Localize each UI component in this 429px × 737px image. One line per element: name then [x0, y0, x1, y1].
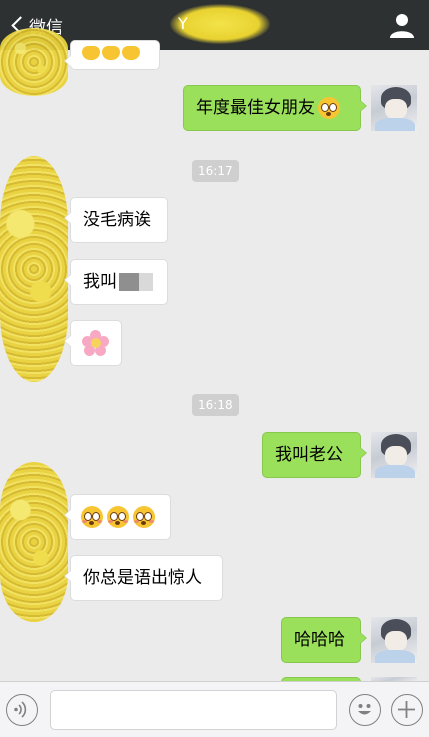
timestamp: 16:17 [192, 160, 239, 182]
redacted-mark [139, 273, 153, 291]
message-bubble[interactable] [64, 40, 160, 70]
message-bubble[interactable]: 哈哈哈 [281, 617, 367, 663]
smirk-emoji [318, 97, 340, 119]
message-bubble[interactable]: 你总是语出惊人 [64, 555, 223, 601]
message-bubble[interactable]: 年度最佳女朋友 [183, 85, 367, 131]
person-icon [390, 14, 414, 38]
flushed-emoji [133, 506, 155, 528]
plus-icon [398, 701, 415, 718]
message-text: 没毛病诶 [83, 210, 151, 230]
message-text: 我叫老公 [275, 445, 343, 465]
chat-info-button[interactable] [389, 12, 415, 38]
chat-title: Y [170, 4, 270, 44]
hand-emoji [102, 46, 120, 60]
flushed-emoji [81, 506, 103, 528]
message-text: 你总是语出惊人 [83, 568, 202, 588]
message-text: 我叫 [83, 272, 117, 292]
voice-button[interactable] [6, 694, 38, 726]
my-avatar[interactable] [371, 617, 417, 663]
timestamp: 16:18 [192, 394, 239, 416]
hand-emoji [122, 46, 140, 60]
message-bubble[interactable]: 没毛病诶 [64, 197, 168, 243]
hand-emoji [82, 46, 100, 60]
flushed-emoji [107, 506, 129, 528]
more-button[interactable] [391, 694, 423, 726]
message-bubble[interactable]: 我叫老公 [262, 432, 367, 478]
message-bubble[interactable]: 我叫 [64, 259, 168, 305]
emoji-icon [358, 704, 371, 715]
chat-title-text: Y [178, 14, 188, 33]
contact-avatar[interactable] [0, 462, 68, 622]
message-text: 年度最佳女朋友 [196, 98, 315, 118]
contact-avatar[interactable] [0, 156, 68, 382]
cherry-blossom-emoji [82, 330, 109, 356]
input-bar [0, 681, 429, 737]
my-avatar[interactable] [371, 85, 417, 131]
redacted-mark [119, 273, 139, 291]
message-text: 哈哈哈 [294, 630, 345, 650]
contact-avatar[interactable] [0, 28, 68, 96]
message-bubble[interactable] [64, 494, 171, 540]
emoji-button[interactable] [349, 694, 381, 726]
my-avatar[interactable] [371, 432, 417, 478]
message-bubble[interactable] [64, 320, 122, 366]
voice-icon [14, 701, 27, 718]
message-input[interactable] [50, 690, 337, 730]
